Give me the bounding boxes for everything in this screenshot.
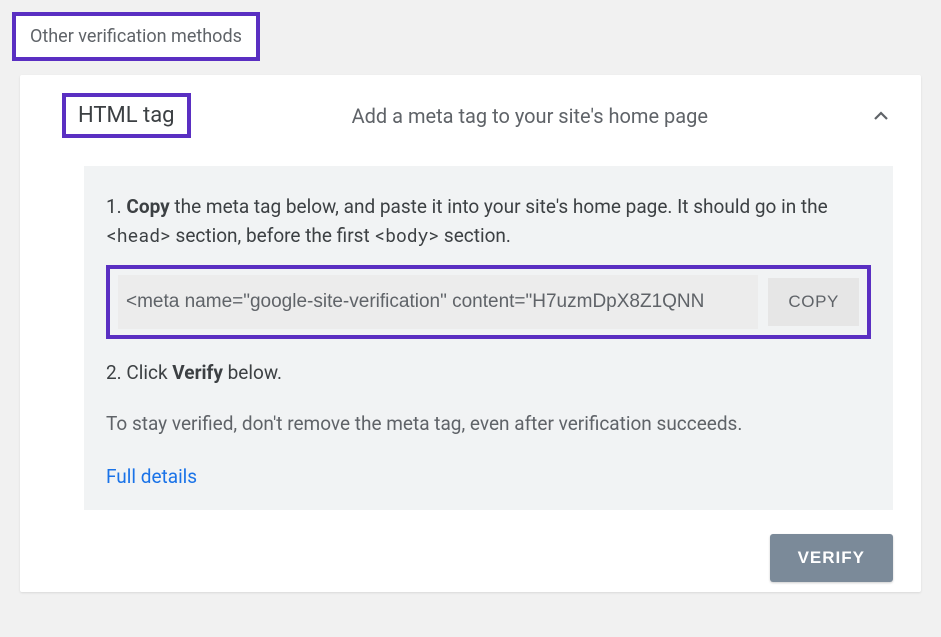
head-tag: <head> [106, 223, 171, 247]
card-body: 1. Copy the meta tag below, and paste it… [84, 166, 893, 510]
full-details-link[interactable]: Full details [106, 465, 197, 488]
meta-tag-field[interactable] [118, 275, 758, 329]
step1-bold: Copy [126, 195, 169, 218]
step1-mid3: section. [439, 224, 511, 247]
body-tag: <body> [374, 223, 439, 247]
step-2-text: 2. Click Verify below. [106, 361, 871, 384]
section-heading: Other verification methods [12, 12, 260, 61]
method-subtitle: Add a meta tag to your site's home page [199, 104, 861, 128]
stay-verified-text: To stay verified, don't remove the meta … [106, 412, 871, 435]
step2-prefix: 2. Click [106, 361, 172, 384]
method-title: HTML tag [62, 93, 191, 138]
verify-row: VERIFY [20, 510, 921, 592]
step2-suffix: below. [223, 361, 282, 384]
step1-prefix: 1. [106, 195, 126, 218]
chevron-up-icon[interactable] [869, 104, 893, 128]
step-1-text: 1. Copy the meta tag below, and paste it… [106, 192, 871, 251]
card-header[interactable]: HTML tag Add a meta tag to your site's h… [20, 75, 921, 156]
step1-mid2: section, before the first [171, 224, 375, 247]
step1-mid1: the meta tag below, and paste it into yo… [170, 195, 828, 218]
meta-tag-row: COPY [106, 265, 871, 339]
verify-button[interactable]: VERIFY [770, 534, 893, 582]
copy-button[interactable]: COPY [768, 278, 859, 326]
step2-bold: Verify [172, 361, 223, 384]
verification-method-card: HTML tag Add a meta tag to your site's h… [20, 75, 921, 592]
